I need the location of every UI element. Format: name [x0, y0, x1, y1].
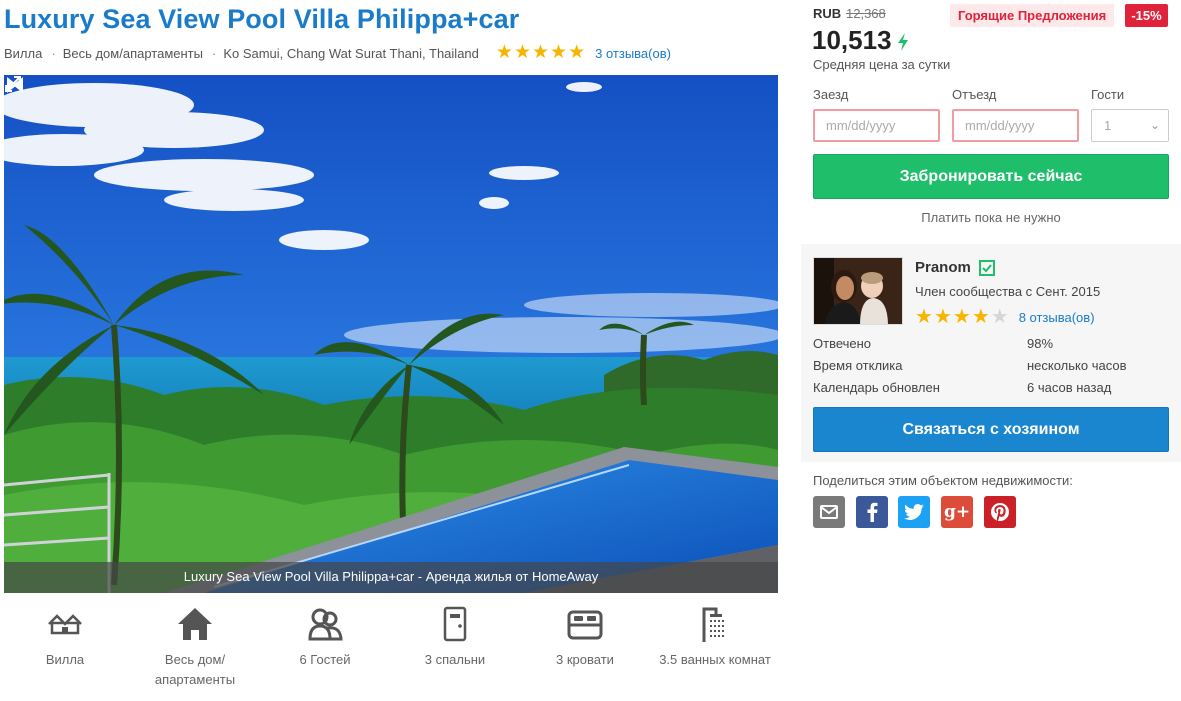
- feature-label: 3 кровати: [556, 652, 614, 667]
- guests-label: Гости: [1091, 87, 1125, 102]
- price-currency: RUB: [813, 6, 842, 21]
- host-stat-value: 98%: [1027, 336, 1054, 351]
- star-icon: ★: [952, 306, 971, 328]
- villa-photo: [4, 75, 778, 593]
- checkout-label: Отъезд: [952, 87, 997, 102]
- book-now-button[interactable]: Забронировать сейчас: [813, 154, 1169, 199]
- share-google-plus-button[interactable]: g+: [941, 496, 974, 528]
- star-icon: ★: [531, 42, 550, 63]
- listing-reviews-link[interactable]: 3 отзыва(ов): [595, 46, 671, 61]
- feature-item: 6 Гостей: [260, 604, 390, 690]
- host-avatar[interactable]: [813, 257, 903, 325]
- feature-item: 3 спальни: [390, 604, 520, 690]
- checkout-input[interactable]: mm/dd/yyyy: [952, 109, 1079, 142]
- checkin-label: Заезд: [813, 87, 849, 102]
- twitter-icon: [904, 504, 925, 520]
- pay-later-note: Платить пока не нужно: [921, 210, 1061, 225]
- price-old: 12,368: [846, 6, 886, 21]
- feature-label: 3.5 ванных комнат: [659, 652, 771, 667]
- guests-value: 1: [1104, 118, 1112, 133]
- chevron-down-icon: ⌄: [1149, 118, 1160, 132]
- door-icon: [443, 606, 467, 642]
- verified-check-icon: [978, 259, 995, 276]
- host-name[interactable]: Pranom: [915, 259, 971, 276]
- guests-select[interactable]: 1 ⌄: [1091, 109, 1169, 142]
- listing-category: Весь дом/апартаменты: [62, 45, 203, 61]
- host-stat-value: 6 часов назад: [1027, 380, 1112, 395]
- lightning-icon: [897, 32, 908, 51]
- host-stat-row: Календарь обновлен 6 часов назад: [813, 379, 1127, 401]
- share-twitter-button[interactable]: [898, 496, 931, 528]
- villa-icon: [48, 614, 82, 635]
- hot-deals-badge: Горящие Предложения: [950, 4, 1115, 27]
- host-member-since: Член сообщества с Сент. 2015: [915, 284, 1101, 299]
- share-buttons: g+: [813, 496, 1026, 528]
- feature-item: 3 кровати: [520, 604, 650, 690]
- arrow-right-icon[interactable]: [4, 75, 20, 95]
- house-icon: [178, 608, 212, 640]
- pinterest-icon: [990, 503, 1009, 521]
- photo-gallery[interactable]: Luxury Sea View Pool Villa Philippa+car …: [4, 75, 778, 593]
- listing-title: Luxury Sea View Pool Villa Philippa+car: [4, 4, 520, 34]
- price-value: 10,513: [812, 25, 892, 55]
- share-email-button[interactable]: [813, 496, 845, 528]
- host-stat-value: несколько часов: [1027, 358, 1127, 373]
- google-plus-icon: g+: [943, 502, 971, 522]
- facebook-icon: [867, 502, 878, 522]
- feature-item: Весь дом/ апартаменты: [130, 604, 260, 690]
- bed-icon: [567, 610, 603, 640]
- host-stat-row: Время отклика несколько часов: [813, 357, 1127, 379]
- email-icon: [820, 505, 838, 519]
- feature-label: 3 спальни: [424, 652, 486, 667]
- host-stats: Отвечено 98% Время отклика несколько час…: [813, 335, 1127, 401]
- price-main: 10,513: [812, 25, 909, 56]
- gallery-caption: Luxury Sea View Pool Villa Philippa+car …: [4, 562, 778, 593]
- listing-subline: Вилла · Весь дом/апартаменты · Ko Samui,…: [4, 42, 671, 63]
- discount-badge: -15%: [1125, 4, 1168, 27]
- guests-icon: [308, 608, 343, 641]
- separator-dot: ·: [51, 45, 56, 61]
- share-label: Поделиться этим объектом недвижимости:: [813, 473, 1073, 488]
- star-icon: ★: [915, 306, 933, 328]
- star-icon: ★: [513, 42, 531, 63]
- listing-rating-stars: ★ ★ ★ ★ ★: [495, 42, 586, 63]
- star-icon: ★: [550, 42, 568, 63]
- host-name-row: Pranom: [915, 259, 995, 276]
- features-row: Вилла Весь дом/ апартаменты 6 Гостей 3 с…: [0, 604, 780, 690]
- feature-label: 6 Гостей: [299, 652, 351, 667]
- checkin-input[interactable]: mm/dd/yyyy: [813, 109, 940, 142]
- separator-dot: ·: [211, 45, 217, 61]
- share-facebook-button[interactable]: [855, 496, 888, 528]
- host-stat-label: Отвечено: [813, 336, 872, 351]
- feature-label: Весь дом/ апартаменты: [154, 652, 236, 687]
- star-icon: ★: [971, 306, 990, 328]
- share-pinterest-button[interactable]: [983, 496, 1016, 528]
- host-reviews-link[interactable]: 8 отзыва(ов): [1019, 310, 1095, 325]
- price-note: Средняя цена за сутки: [813, 57, 951, 72]
- shower-icon: [702, 607, 724, 642]
- host-stat-label: Календарь обновлен: [813, 380, 940, 395]
- host-stat-label: Время отклика: [813, 358, 903, 373]
- star-icon: ★: [495, 42, 513, 63]
- star-icon: ★: [568, 42, 586, 63]
- host-rating: ★ ★ ★ ★ ★ 8 отзыва(ов): [915, 306, 1095, 328]
- listing-type: Вилла: [4, 45, 43, 61]
- contact-host-button[interactable]: Связаться с хозяином: [813, 407, 1169, 452]
- feature-label: Вилла: [45, 652, 85, 667]
- star-empty-icon: ★: [990, 306, 1009, 328]
- feature-item: Вилла: [0, 604, 130, 690]
- listing-location: Ko Samui, Chang Wat Surat Thani, Thailan…: [223, 45, 479, 61]
- host-stat-row: Отвечено 98%: [813, 335, 1127, 357]
- star-icon: ★: [933, 306, 952, 328]
- feature-item: 3.5 ванных комнат: [650, 604, 780, 690]
